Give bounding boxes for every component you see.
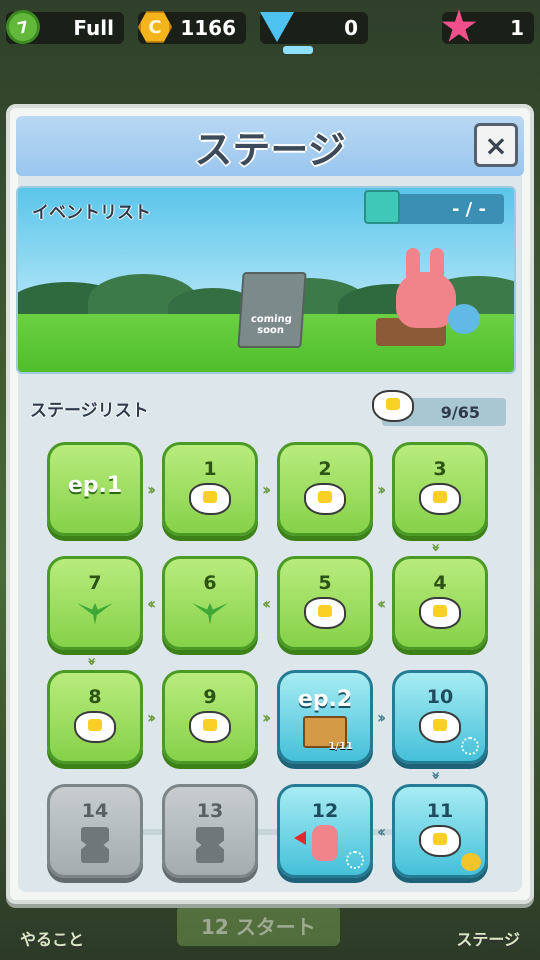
stage-6-number: 6 — [203, 572, 217, 594]
gems-stat[interactable]: 0 — [260, 12, 368, 54]
chevron-right-icon: ›› — [147, 708, 156, 727]
bunny-character-icon — [396, 248, 456, 328]
bunny-icon — [312, 825, 338, 861]
episode-1-tile[interactable]: ep.1 — [47, 442, 143, 536]
stage-9-number: 9 — [203, 686, 217, 708]
episode-1-label: ep.1 — [67, 473, 123, 498]
stage-5-tile[interactable]: 5 — [277, 556, 373, 650]
duck-icon — [461, 853, 481, 871]
flower-icon — [191, 485, 229, 513]
modal-header: ステージ × — [16, 116, 524, 176]
chevron-down-icon: ›› — [83, 656, 103, 663]
hearts-value: Full — [73, 16, 114, 40]
close-button[interactable]: × — [474, 123, 518, 167]
locked-icon — [81, 827, 109, 863]
stage-4-tile[interactable]: 4 — [392, 556, 488, 650]
episode-2-label: ep.2 — [297, 687, 353, 712]
flower-icon — [191, 713, 229, 741]
chevron-right-icon: ›› — [262, 708, 271, 727]
ticket-icon — [364, 190, 400, 224]
flower-counter: 9/65 — [374, 392, 506, 426]
chevron-down-icon: ›› — [427, 542, 447, 549]
chevron-right-icon: ›› — [147, 480, 156, 499]
sparkle-icon — [346, 851, 364, 869]
sprout-icon — [192, 603, 228, 625]
stage-2-tile[interactable]: 2 — [277, 442, 373, 536]
chevron-right-icon: ›› — [262, 480, 271, 499]
duck-signpost-icon: 1/11 — [303, 716, 353, 752]
stage-8-tile[interactable]: 8 — [47, 670, 143, 764]
episode-2-tile[interactable]: ep.2 1/11 — [277, 670, 373, 764]
sparkle-icon — [461, 737, 479, 755]
stage-9-tile[interactable]: 9 — [162, 670, 258, 764]
status-bar: 7 Full C 1166 0 1 — [2, 6, 534, 54]
clover-icon: 7 — [2, 6, 44, 48]
locked-icon — [196, 827, 224, 863]
event-counter: - / - — [364, 190, 504, 224]
pink-star-icon — [438, 6, 480, 48]
stage-12-tile[interactable]: 12 — [277, 784, 373, 878]
stage-14-number: 14 — [81, 800, 109, 822]
sprout-icon — [77, 603, 113, 625]
stage-6-tile[interactable]: 6 — [162, 556, 258, 650]
stage-14-tile[interactable]: 14 — [47, 784, 143, 878]
stage-11-number: 11 — [426, 800, 454, 822]
chevron-left-icon: ‹‹ — [377, 822, 386, 841]
coming-soon-text-2: soon — [256, 325, 285, 336]
stars-value: 1 — [510, 16, 524, 40]
episode-2-progress: 1/11 — [328, 741, 353, 752]
stage-7-number: 7 — [88, 572, 102, 594]
flower-icon — [306, 599, 344, 627]
chevron-left-icon: ‹‹ — [262, 594, 271, 613]
coins-value: 1166 — [180, 16, 236, 40]
stage-13-tile[interactable]: 13 — [162, 784, 258, 878]
event-counter-value: - / - — [451, 198, 486, 220]
hearts-stat[interactable]: 7 Full — [2, 6, 124, 48]
stage-3-tile[interactable]: 3 — [392, 442, 488, 536]
gem-icon — [256, 6, 313, 54]
stage-10-tile[interactable]: 10 — [392, 670, 488, 764]
chevron-left-icon: ‹‹ — [377, 594, 386, 613]
stage-4-number: 4 — [433, 572, 447, 594]
chevron-left-icon: ‹‹ — [147, 594, 156, 613]
stage-nav-label: ステージ — [456, 930, 520, 949]
bird-character-icon — [448, 304, 480, 334]
current-stage-pointer-icon — [294, 831, 306, 845]
stage-list-title: ステージリスト — [30, 401, 149, 421]
hearts-level: 7 — [15, 16, 31, 38]
stage-2-number: 2 — [318, 458, 332, 480]
flower-icon — [374, 392, 412, 420]
stage-5-number: 5 — [318, 572, 332, 594]
event-banner[interactable]: イベントリスト - / - coming soon — [16, 186, 516, 374]
stars-stat[interactable]: 1 — [441, 9, 534, 44]
coming-soon-sign: coming soon — [237, 272, 307, 348]
stage-1-tile[interactable]: 1 — [162, 442, 258, 536]
flower-icon — [306, 485, 344, 513]
stage-list-panel: ステージリスト 9/65 ep.1 ›› 1 ›› 2 ›› 3 ›› 7 ‹‹… — [16, 386, 516, 886]
flower-icon — [76, 713, 114, 741]
chevron-right-icon: ›› — [377, 708, 386, 727]
flower-icon — [421, 599, 459, 627]
coin-icon: C — [134, 6, 176, 48]
flower-icon — [421, 713, 459, 741]
stage-12-number: 12 — [311, 800, 339, 822]
flower-icon — [421, 827, 459, 855]
stage-11-tile[interactable]: 11 — [392, 784, 488, 878]
stage-7-tile[interactable]: 7 — [47, 556, 143, 650]
stage-10-number: 10 — [426, 686, 454, 708]
todo-label: やること — [20, 930, 85, 949]
chevron-right-icon: ›› — [377, 480, 386, 499]
event-list-title: イベントリスト — [32, 203, 151, 223]
coins-stat[interactable]: C 1166 — [138, 11, 246, 44]
flower-count: 9/65 — [440, 402, 480, 422]
gems-value: 0 — [344, 16, 358, 40]
stage-13-number: 13 — [196, 800, 224, 822]
stage-8-number: 8 — [88, 686, 102, 708]
stage-1-number: 1 — [203, 458, 217, 480]
stage-3-number: 3 — [433, 458, 447, 480]
modal-title: ステージ — [194, 127, 346, 172]
flower-icon — [421, 485, 459, 513]
coming-soon-text-1: coming — [250, 314, 293, 325]
chevron-down-icon: ›› — [427, 770, 447, 777]
